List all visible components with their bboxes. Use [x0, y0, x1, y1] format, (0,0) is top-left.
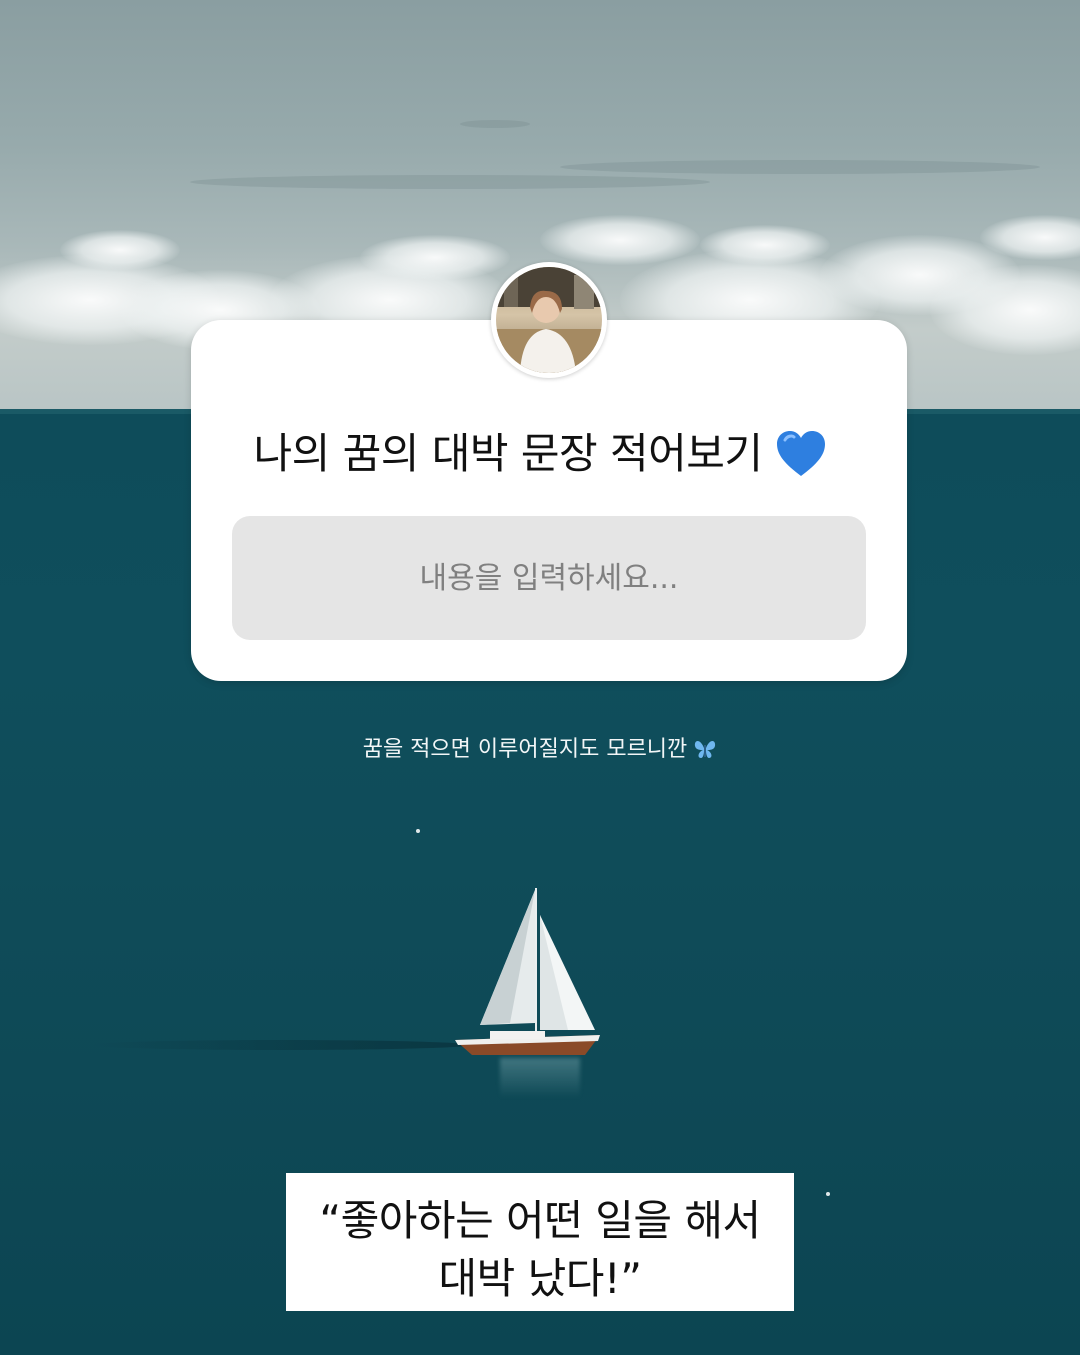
cloud — [360, 235, 510, 280]
question-title: 나의 꿈의 대박 문장 적어보기 — [0, 420, 1080, 488]
answer-line-2: 대박 났다!” — [438, 1254, 642, 1303]
cloud-haze — [560, 160, 1040, 174]
cloud-haze — [460, 120, 530, 128]
answer-line-1: “좋아하는 어떤 일을 해서 — [319, 1196, 761, 1245]
butterfly-icon — [693, 738, 717, 766]
cloud-haze — [190, 175, 710, 189]
avatar[interactable] — [491, 262, 607, 378]
profile-photo-icon — [496, 267, 602, 373]
boat-wake — [90, 1040, 470, 1050]
caption: 꿈을 적으면 이루어질지도 모르니깐 — [0, 731, 1080, 766]
profile-photo — [496, 267, 602, 373]
seagull — [826, 1192, 830, 1196]
cloud — [540, 215, 700, 265]
cloud — [60, 230, 180, 270]
caption-text: 꿈을 적으면 이루어질지도 모르니깐 — [362, 737, 688, 762]
seagull — [416, 829, 420, 833]
blue-heart-icon — [775, 430, 827, 488]
cloud — [700, 225, 830, 265]
sail-reflection — [500, 1058, 580, 1098]
answer-input[interactable] — [232, 516, 866, 640]
sailboat-icon — [455, 888, 600, 1055]
answer-card: “좋아하는 어떤 일을 해서 대박 났다!” — [286, 1173, 794, 1311]
question-title-text: 나의 꿈의 대박 문장 적어보기 — [253, 429, 763, 478]
